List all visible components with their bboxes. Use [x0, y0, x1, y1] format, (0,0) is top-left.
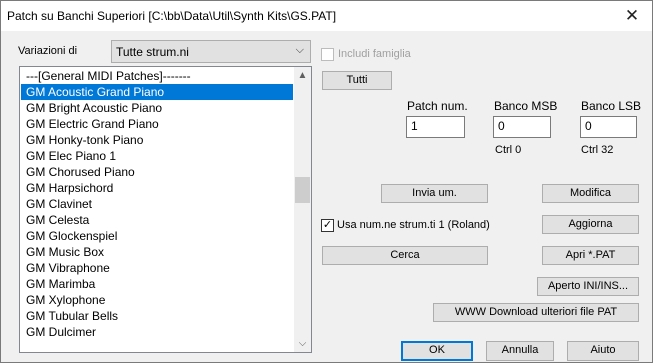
patch-num-label: Patch num. [407, 99, 468, 113]
open-ini-button[interactable]: Aperto INI/INS... [537, 277, 639, 296]
www-download-button[interactable]: WWW Download ulteriori file PAT [433, 303, 639, 322]
cancel-button[interactable]: Annulla [486, 341, 554, 361]
bank-lsb-input[interactable]: 0 [580, 116, 637, 138]
bank-msb-ctrl: Ctrl 0 [495, 144, 522, 156]
list-item[interactable]: GM Bright Acoustic Piano [21, 100, 293, 116]
bank-lsb-ctrl: Ctrl 32 [581, 144, 614, 156]
roland-checkbox[interactable]: ✓ [321, 219, 334, 232]
send-button[interactable]: Invia um. [381, 184, 488, 203]
list-item[interactable]: GM Marimba [21, 276, 293, 292]
variations-selected: Tutte strum.ni [116, 45, 189, 59]
scroll-down-icon[interactable]: ⌵ [294, 335, 311, 352]
list-item[interactable]: GM Glockenspiel [21, 228, 293, 244]
list-item[interactable]: GM Dulcimer [21, 324, 293, 340]
list-item[interactable]: GM Harpsichord [21, 180, 293, 196]
roland-label: Usa num.ne strum.ti 1 (Roland) [337, 219, 490, 231]
close-icon[interactable]: ✕ [622, 6, 642, 26]
patch-list-items: ---[General MIDI Patches]------- GM Acou… [21, 68, 293, 340]
list-item[interactable]: GM Vibraphone [21, 260, 293, 276]
window-title: Patch su Banchi Superiori [C:\bb\Data\Ut… [7, 9, 337, 23]
list-item[interactable]: GM Electric Grand Piano [21, 116, 293, 132]
include-family-checkbox[interactable] [321, 48, 334, 61]
ok-button[interactable]: OK [401, 341, 473, 361]
patch-num-input[interactable]: 1 [406, 116, 465, 138]
patch-listbox[interactable]: ---[General MIDI Patches]------- GM Acou… [19, 66, 312, 353]
open-pat-button[interactable]: Apri *.PAT [542, 246, 639, 265]
dialog-window: Patch su Banchi Superiori [C:\bb\Data\Ut… [0, 0, 653, 363]
update-button[interactable]: Aggiorna [542, 215, 639, 234]
title-bar: Patch su Banchi Superiori [C:\bb\Data\Ut… [1, 1, 652, 31]
bank-msb-label: Banco MSB [494, 99, 558, 113]
search-button[interactable]: Cerca [322, 246, 488, 265]
all-button[interactable]: Tutti [322, 71, 392, 90]
modify-button[interactable]: Modifica [542, 184, 639, 203]
list-item[interactable]: GM Clavinet [21, 196, 293, 212]
list-item[interactable]: GM Chorused Piano [21, 164, 293, 180]
scroll-thumb[interactable] [295, 177, 310, 203]
scroll-up-icon[interactable]: ▲ [294, 67, 311, 84]
list-item[interactable]: GM Elec Piano 1 [21, 148, 293, 164]
chevron-down-icon: ⌵ [295, 44, 304, 56]
list-item[interactable]: GM Xylophone [21, 292, 293, 308]
list-item[interactable]: GM Honky-tonk Piano [21, 132, 293, 148]
bank-msb-input[interactable]: 0 [493, 116, 551, 138]
bank-lsb-label: Banco LSB [581, 99, 642, 113]
help-button[interactable]: Aiuto [567, 341, 639, 361]
include-family-label: Includi famiglia [338, 48, 411, 60]
list-scrollbar[interactable]: ▲ ⌵ [294, 67, 311, 352]
list-item[interactable]: GM Tubular Bells [21, 308, 293, 324]
variations-label: Variazioni di [18, 45, 78, 57]
list-item[interactable]: GM Music Box [21, 244, 293, 260]
list-item[interactable]: GM Acoustic Grand Piano [21, 84, 293, 100]
list-item[interactable]: GM Celesta [21, 212, 293, 228]
variations-dropdown[interactable]: Tutte strum.ni ⌵ [111, 40, 311, 63]
list-group-header[interactable]: ---[General MIDI Patches]------- [21, 68, 293, 84]
